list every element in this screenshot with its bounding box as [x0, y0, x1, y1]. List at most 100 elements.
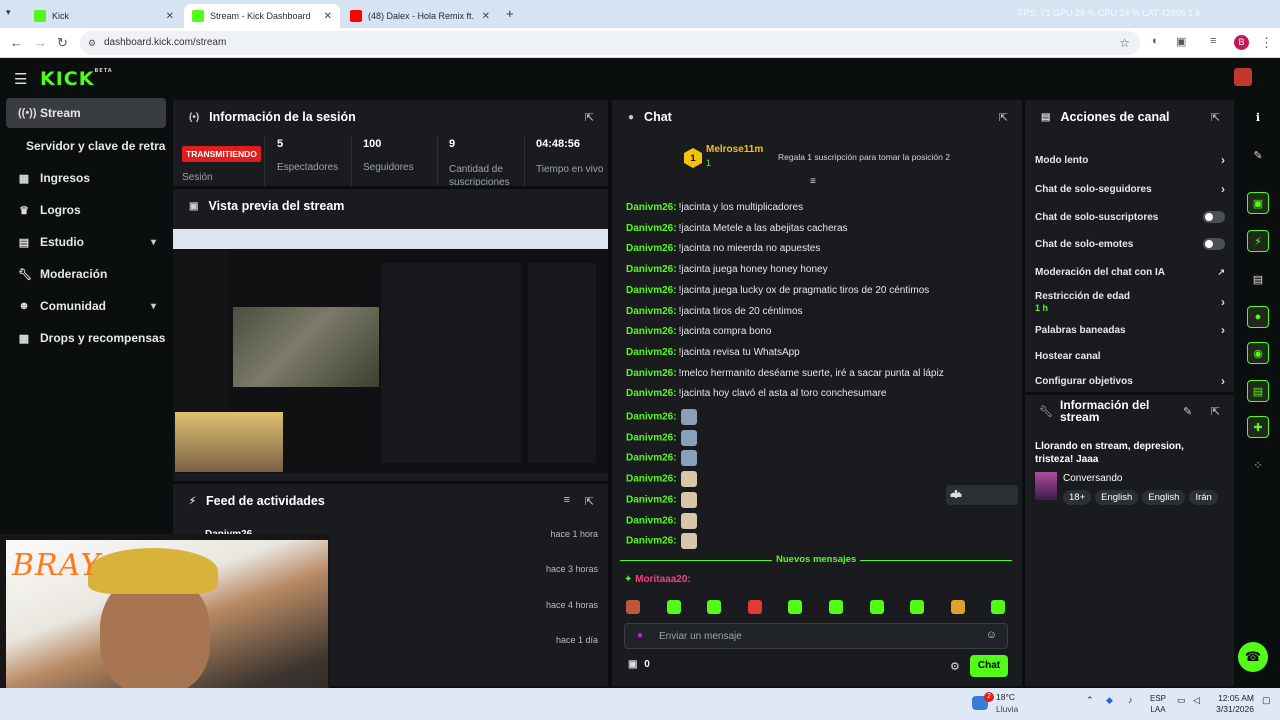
back-icon[interactable]: ←: [10, 35, 23, 50]
message-user[interactable]: Danivm26:: [626, 412, 677, 423]
close-tab-icon[interactable]: ✕: [482, 11, 490, 22]
mic-icon[interactable]: ●: [637, 630, 643, 641]
extension-icon[interactable]: ◐: [1152, 35, 1159, 47]
emote-shortcut-icon[interactable]: [747, 600, 762, 614]
message-user[interactable]: Danivm26:: [626, 347, 677, 358]
chat-message[interactable]: Danivm26: !melco hermanito deséame suerte…: [626, 368, 944, 379]
chat-message[interactable]: Danivm26:: [626, 512, 697, 529]
message-user[interactable]: Danivm26:: [626, 515, 677, 526]
tag-pill[interactable]: Irán: [1189, 490, 1218, 505]
info-icon[interactable]: ℹ: [1247, 106, 1269, 128]
browser-tab-kick[interactable]: Kick ✕: [26, 4, 182, 28]
emote-shortcut-icon[interactable]: [788, 600, 803, 614]
new-messages-label[interactable]: Nuevos mensajes: [772, 554, 861, 565]
support-button[interactable]: ☎: [1238, 642, 1268, 672]
extensions-puzzle-icon[interactable]: ▣: [1176, 35, 1186, 48]
sidebar-item-stream[interactable]: ((•)) Stream: [6, 98, 166, 128]
pencil-icon[interactable]: ✎: [1247, 144, 1269, 166]
emote-shortcut-icon[interactable]: [829, 600, 843, 614]
tag-pill[interactable]: English: [1142, 490, 1186, 505]
action-configure-goals[interactable]: Configurar objetivos ›: [1035, 374, 1225, 388]
action-host-channel[interactable]: Hostear canal: [1035, 351, 1225, 362]
chat-message[interactable]: Danivm26: !jacinta revisa tu WhatsApp: [626, 347, 800, 358]
weather-widget[interactable]: 2 18°C Lluvia: [972, 692, 1022, 716]
apps-icon[interactable]: ⁘: [1247, 454, 1269, 476]
send-chat-button[interactable]: Chat: [970, 655, 1008, 677]
emote-shortcut-icon[interactable]: [910, 600, 925, 614]
channel-points[interactable]: ▣ 0: [628, 659, 650, 670]
document-icon[interactable]: ▤: [1247, 268, 1269, 290]
message-user[interactable]: Danivm26:: [626, 223, 677, 234]
forward-icon[interactable]: →: [34, 35, 47, 50]
action-age-restriction[interactable]: Restricción de edad › 1 h: [1035, 291, 1225, 313]
popout-icon[interactable]: ⇱: [999, 111, 1008, 124]
emote-shortcut-icon[interactable]: [950, 600, 965, 614]
tag-pill[interactable]: 18+: [1063, 490, 1092, 505]
emote-shortcut-icon[interactable]: [666, 600, 681, 614]
chat-input[interactable]: ● Enviar un mensaje ☺: [624, 623, 1008, 649]
message-user[interactable]: Danivm26:: [626, 243, 677, 254]
reload-icon[interactable]: ↻: [57, 35, 68, 51]
message-user[interactable]: Danivm26:: [626, 536, 677, 547]
chat-message[interactable]: Danivm26: !jacinta juega honey honey hone…: [626, 264, 828, 275]
subscribers-only-toggle[interactable]: [1203, 211, 1225, 223]
notifications-icon[interactable]: ▢: [1262, 695, 1271, 706]
chat-message[interactable]: Danivm26:: [626, 471, 697, 488]
chat-message[interactable]: Danivm26:: [626, 429, 697, 446]
broadcast-icon[interactable]: ◉: [1247, 342, 1269, 364]
chat-message[interactable]: Danivm26:: [626, 450, 697, 467]
message-user[interactable]: Danivm26:: [626, 326, 677, 337]
sidebar-item-income[interactable]: ▦ Ingresos: [6, 163, 166, 193]
chat-message[interactable]: Danivm26: !jacinta tiros de 20 céntimos: [626, 306, 803, 317]
clock[interactable]: 12:05 AM 3/31/2026: [1214, 693, 1254, 715]
message-user[interactable]: Danivm26:: [626, 285, 677, 296]
stream-preview-video[interactable]: [173, 229, 608, 473]
user-avatar[interactable]: [1234, 68, 1252, 86]
emote-shortcut-icon[interactable]: [869, 600, 884, 614]
browser-tab-dashboard[interactable]: Stream - Kick Dashboard ✕: [184, 4, 340, 28]
network-icon[interactable]: ▭: [1177, 695, 1186, 706]
chat-message[interactable]: Danivm26: !jacinta hoy clavó el asta al t…: [626, 388, 886, 399]
action-followers-only[interactable]: Chat de solo-seguidores ›: [1035, 182, 1225, 196]
message-user[interactable]: Danivm26:: [626, 474, 677, 485]
chat-message[interactable]: Danivm26: !jacinta Metele a las abejitas …: [626, 223, 848, 234]
message-user[interactable]: Danivm26:: [626, 494, 677, 505]
message-user[interactable]: Danivm26:: [626, 306, 677, 317]
action-ai-moderation[interactable]: Moderación del chat con IA ↗: [1035, 267, 1225, 278]
site-info-icon[interactable]: ⚙: [88, 31, 96, 55]
profile-avatar[interactable]: B: [1234, 35, 1249, 50]
tray-expand-icon[interactable]: ⌃: [1086, 695, 1094, 706]
sidebar-item-server-key[interactable]: Servidor y clave de retransmisión: [6, 131, 166, 161]
media-control-icon[interactable]: ≡: [1210, 35, 1216, 47]
tag-pill[interactable]: English: [1095, 490, 1139, 505]
url-input[interactable]: ⚙ dashboard.kick.com/stream ☆: [80, 31, 1140, 55]
action-slow-mode[interactable]: Modo lento ›: [1035, 153, 1225, 167]
chat-message[interactable]: Danivm26: !jacinta compra bono: [626, 326, 771, 337]
emote-shortcut-icon[interactable]: [626, 600, 640, 614]
bookmark-star-icon[interactable]: ☆: [1119, 31, 1130, 55]
emotes-only-toggle[interactable]: [1203, 238, 1225, 250]
microphone-icon[interactable]: ♪: [1128, 695, 1133, 705]
chat-settings-icon[interactable]: ⚙: [950, 660, 960, 673]
chat-message[interactable]: Danivm26: !jacinta y los multiplicadores: [626, 202, 803, 213]
emote-shortcut-icon[interactable]: [991, 600, 1006, 614]
tab-list-button[interactable]: ▾: [6, 7, 11, 18]
filter-icon[interactable]: ≡: [564, 494, 570, 506]
sidebar-item-community[interactable]: ☻ Comunidad ▾: [6, 291, 166, 321]
emoji-picker-icon[interactable]: ☺: [986, 629, 997, 641]
volume-icon[interactable]: ◁: [1193, 695, 1200, 706]
close-tab-icon[interactable]: ✕: [324, 11, 332, 22]
message-user[interactable]: Danivm26:: [626, 264, 677, 275]
wrench-icon[interactable]: ✚: [1247, 416, 1269, 438]
popout-icon[interactable]: ⇱: [1211, 405, 1220, 418]
chat-message[interactable]: Danivm26:: [626, 533, 697, 550]
sidebar-item-studio[interactable]: ▤ Estudio ▾: [6, 227, 166, 257]
message-user[interactable]: Danivm26:: [626, 453, 677, 464]
close-tab-icon[interactable]: ✕: [166, 11, 174, 22]
layout-icon[interactable]: ▣: [1247, 192, 1269, 214]
sidebar-item-moderation[interactable]: 🔧︎ Moderación: [6, 259, 166, 289]
chat-message[interactable]: Danivm26:: [626, 409, 697, 425]
kick-logo[interactable]: KICKBETA: [40, 68, 113, 90]
sidebar-item-drops[interactable]: ▩ Drops y recompensas: [6, 323, 166, 353]
popout-icon[interactable]: ⇱: [585, 111, 594, 124]
